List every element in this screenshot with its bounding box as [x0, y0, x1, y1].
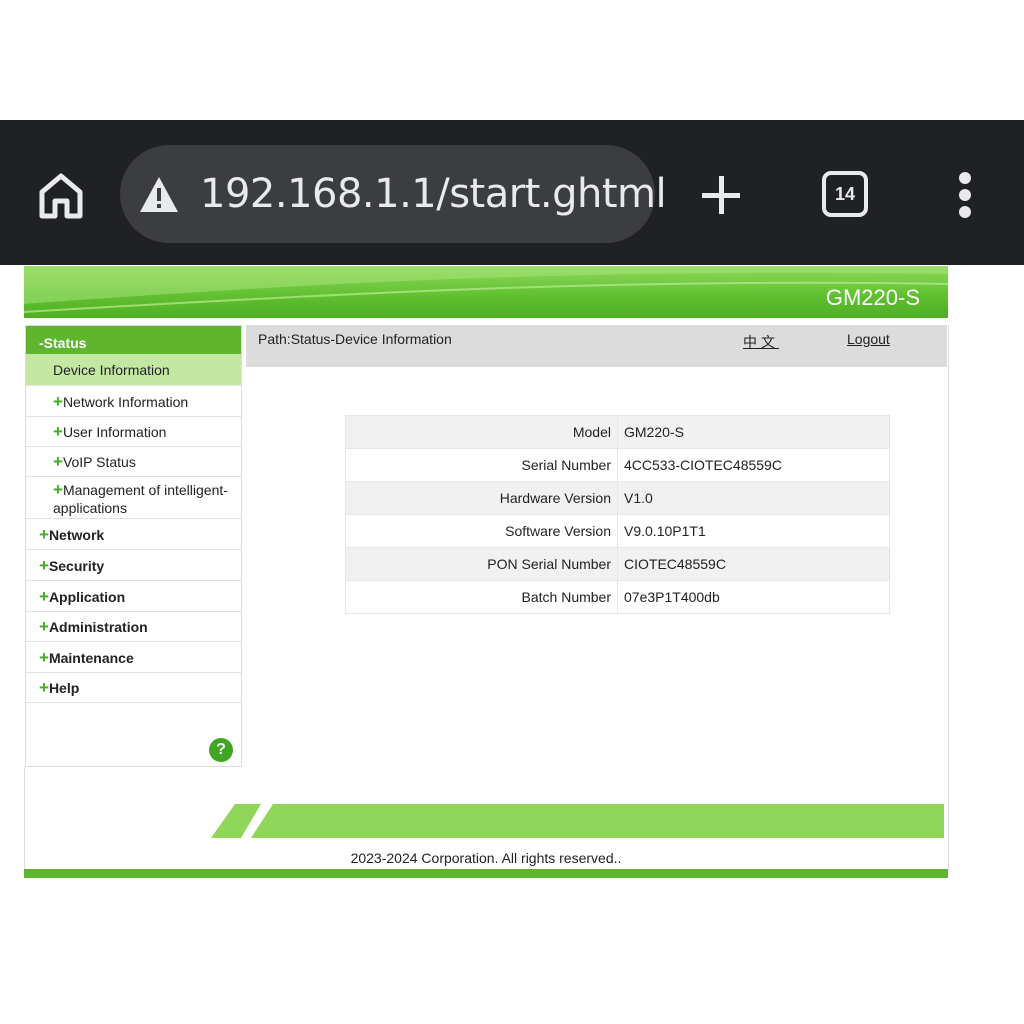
expand-plus-icon: + — [39, 678, 49, 697]
sidebar-item-intelligent-applications[interactable]: +Management of intelligent-applications — [26, 477, 241, 519]
help-icon[interactable]: ? — [209, 738, 233, 762]
sidebar-section-status[interactable]: -Status — [26, 326, 241, 354]
serial-number-label: Serial Number — [345, 448, 618, 482]
breadcrumb: Path:Status-Device Information — [258, 331, 452, 347]
new-tab-button[interactable] — [694, 168, 748, 222]
software-version-label: Software Version — [345, 514, 618, 548]
serial-number-value: 4CC533-CIOTEC48559C — [617, 448, 890, 482]
header-swoosh — [24, 266, 948, 313]
logout-link[interactable]: Logout — [847, 331, 890, 347]
url-text[interactable]: 192.168.1.1/start.ghtml — [200, 169, 667, 219]
sidebar-item-label: VoIP Status — [62, 454, 136, 470]
address-bar[interactable]: 192.168.1.1/start.ghtml — [120, 145, 667, 243]
pon-serial-number-label: PON Serial Number — [345, 547, 618, 581]
sidebar-item-network-information[interactable]: +Network Information — [26, 386, 241, 417]
expand-plus-icon: + — [39, 525, 49, 544]
batch-number-label: Batch Number — [345, 580, 618, 614]
sidebar-item-label: Management of intelligent-applications — [53, 482, 228, 516]
sidebar-section-administration[interactable]: +Administration — [26, 612, 241, 642]
expand-plus-icon: + — [53, 422, 63, 441]
sidebar-section-security[interactable]: +Security — [26, 550, 241, 581]
footer-stripe — [211, 804, 944, 838]
sidebar-section-label: -Status — [39, 335, 87, 351]
sidebar-section-network[interactable]: +Network — [26, 519, 241, 550]
home-icon — [39, 173, 83, 219]
footer-bar — [24, 869, 948, 878]
hardware-version-value: V1.0 — [617, 481, 890, 515]
expand-plus-icon: + — [39, 556, 49, 575]
breadcrumb-bar: Path:Status-Device Information 中文 Logout — [246, 325, 947, 367]
model-value: GM220-S — [617, 415, 890, 449]
pon-serial-number-value: CIOTEC48559C — [617, 547, 890, 581]
table-row: Serial Number 4CC533-CIOTEC48559C — [345, 448, 890, 482]
expand-plus-icon: + — [53, 452, 63, 471]
expand-plus-icon: + — [39, 587, 49, 606]
language-switch-link[interactable]: 中文 — [743, 332, 779, 352]
sidebar-section-label: Application — [48, 589, 126, 605]
expand-plus-icon: + — [53, 392, 63, 411]
sidebar-item-label: Device Information — [53, 362, 170, 378]
plus-icon — [702, 176, 740, 214]
menu-dot-icon — [959, 172, 971, 184]
menu-dot-icon — [959, 206, 971, 218]
menu-dot-icon — [959, 189, 971, 201]
table-row: Model GM220-S — [345, 415, 890, 449]
table-row: Software Version V9.0.10P1T1 — [345, 514, 890, 548]
table-row: PON Serial Number CIOTEC48559C — [345, 547, 890, 581]
device-model-title: GM220-S — [825, 285, 920, 310]
sidebar-item-voip-status[interactable]: +VoIP Status — [26, 447, 241, 477]
model-label: Model — [345, 415, 618, 449]
sidebar-section-application[interactable]: +Application — [26, 581, 241, 612]
tab-switcher-button[interactable]: 14 — [822, 171, 868, 217]
sidebar-menu: -Status Device Information +Network Info… — [25, 325, 242, 767]
batch-number-value: 07e3P1T400db — [617, 580, 890, 614]
expand-plus-icon: + — [39, 617, 49, 636]
sidebar-section-label: Security — [48, 558, 105, 574]
sidebar-section-label: Maintenance — [48, 650, 134, 666]
hardware-version-label: Hardware Version — [345, 481, 618, 515]
sidebar-item-label: Network Information — [62, 394, 189, 410]
header-banner: GM220-S — [24, 266, 948, 318]
browser-toolbar: 192.168.1.1/start.ghtml 14 — [0, 120, 1024, 265]
sidebar-section-help[interactable]: +Help — [26, 673, 241, 703]
sidebar-section-label: Help — [48, 680, 80, 696]
more-options-button[interactable] — [950, 172, 980, 218]
table-row: Batch Number 07e3P1T400db — [345, 580, 890, 614]
sidebar-section-label: Administration — [48, 619, 148, 635]
warning-icon[interactable] — [138, 174, 180, 216]
sidebar-item-user-information[interactable]: +User Information — [26, 417, 241, 447]
home-button[interactable] — [34, 168, 88, 222]
sidebar-section-label: Network — [48, 527, 105, 543]
copyright-text: 2023-2024 Corporation. All rights reserv… — [350, 850, 622, 866]
software-version-value: V9.0.10P1T1 — [617, 514, 890, 548]
device-info-table: Model GM220-S Serial Number 4CC533-CIOTE… — [345, 415, 890, 614]
sidebar-section-maintenance[interactable]: +Maintenance — [26, 642, 241, 673]
sidebar-item-device-information[interactable]: Device Information — [26, 354, 241, 386]
expand-plus-icon: + — [53, 480, 63, 499]
table-row: Hardware Version V1.0 — [345, 481, 890, 515]
sidebar-item-label: User Information — [62, 424, 167, 440]
expand-plus-icon: + — [39, 648, 49, 667]
